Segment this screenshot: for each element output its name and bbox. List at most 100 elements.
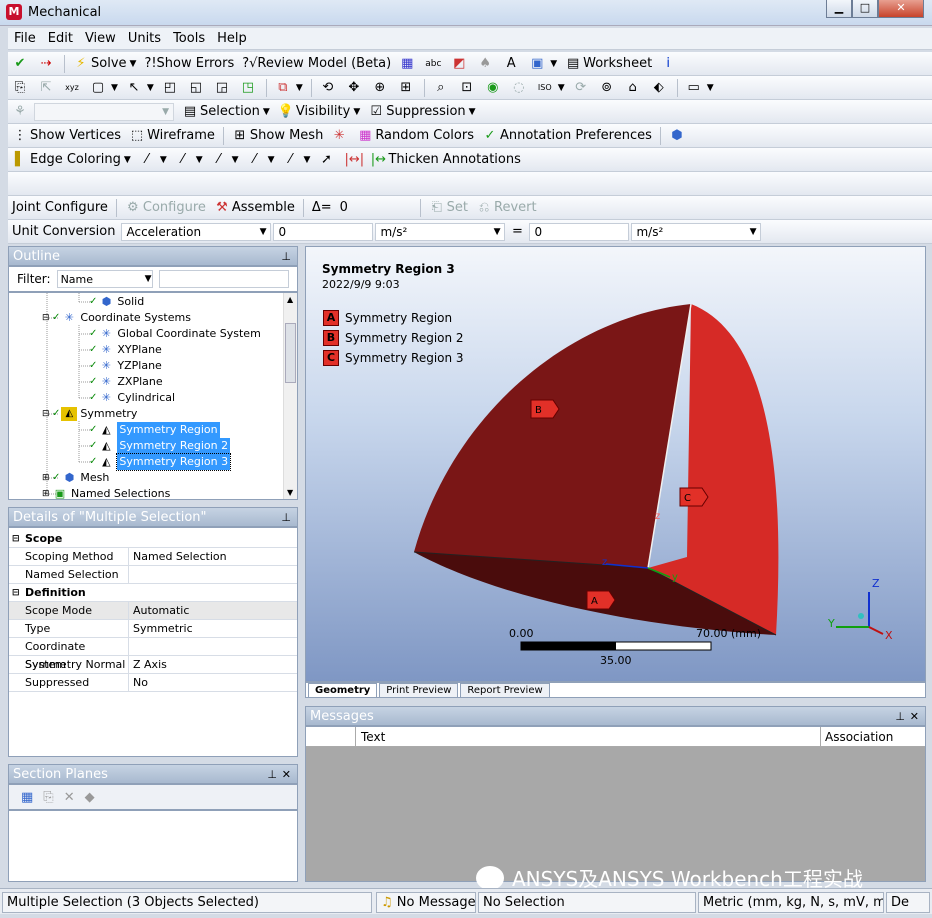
probe-icon[interactable]: ♠ — [473, 53, 499, 75]
close-panel-icon[interactable]: ✕ — [282, 765, 291, 785]
menu-help[interactable]: Help — [211, 31, 253, 46]
new-plane-icon[interactable]: ▦ — [21, 790, 33, 805]
context-help-icon[interactable]: i — [656, 53, 682, 75]
col-text[interactable]: Text — [361, 730, 385, 744]
next-view-icon[interactable]: ⟳ — [569, 77, 595, 99]
bracket-icon[interactable]: |↔| — [340, 149, 366, 171]
edge-select-icon[interactable]: ◱ — [184, 77, 210, 99]
show-vertices-button[interactable]: ⋮ Show Vertices — [8, 125, 125, 147]
pick-icon[interactable]: ⇱ — [34, 77, 60, 99]
pan-icon[interactable]: ✥ — [342, 77, 368, 99]
solve-button[interactable]: ⚡ Solve ▼ — [69, 53, 140, 75]
assemble-button[interactable]: ⚒ Assemble — [210, 197, 299, 219]
unit2-select[interactable]: m/s² ▼ — [631, 222, 762, 241]
pin-icon[interactable]: ⊥ — [281, 247, 291, 267]
tree-item-solid[interactable]: ✓ ⬢ Solid — [89, 294, 144, 310]
menu-tools[interactable]: Tools — [167, 31, 211, 46]
row-named-selection[interactable]: Named Selection — [9, 566, 297, 584]
edge-coloring-button[interactable]: ▌ Edge Coloring ▼ — [8, 149, 135, 171]
tab-geometry[interactable]: Geometry — [308, 683, 378, 697]
configure-button[interactable]: ⚙ Configure — [121, 197, 210, 219]
cube-icon[interactable]: ⬢ — [665, 125, 691, 147]
graph-icon[interactable]: ⚘ — [8, 101, 34, 123]
scroll-thumb[interactable] — [285, 323, 296, 383]
zoom-icon[interactable]: ⊕ — [368, 77, 394, 99]
graphics-viewport[interactable]: Symmetry Region 3 2022/9/9 9:03 A Symmetr… — [305, 246, 926, 682]
iso-icon[interactable]: ISO ▼ — [533, 77, 569, 99]
row-scoping-method[interactable]: Scoping Method Named Selection — [9, 548, 297, 566]
tree-scrollbar[interactable]: ▲ ▼ — [283, 293, 297, 499]
vertex-select-icon[interactable]: ◰ — [158, 77, 184, 99]
set-button[interactable]: ⎗ Set — [425, 197, 472, 219]
rotate-icon[interactable]: ⟲ — [316, 77, 342, 99]
tree-item-mesh[interactable]: ⊞ ✓ ⬢ Mesh — [42, 470, 109, 486]
chart-icon[interactable]: ◩ — [447, 53, 473, 75]
messages-list[interactable]: Text Association ANSYS及ANSYS Workbench工程… — [305, 726, 926, 891]
tree-item-symmetry[interactable]: ⊟ ✓ ◭ Symmetry — [42, 406, 137, 422]
menu-file[interactable]: File — [8, 31, 42, 46]
col-association[interactable]: Association — [825, 730, 893, 744]
tree-item-symmetry-region[interactable]: ✓ ◭ Symmetry Region — [89, 422, 220, 438]
table-icon[interactable]: ▦ — [395, 53, 421, 75]
delta-value[interactable]: 0 — [336, 197, 416, 219]
arrow-icon[interactable]: ➚ — [314, 149, 340, 171]
tree-item-cylindrical[interactable]: ✓ ✳ Cylindrical — [89, 390, 175, 406]
row-symmetry-normal[interactable]: Symmetry Normal Z Axis — [9, 656, 297, 674]
value2-input[interactable]: 0 — [529, 222, 630, 241]
minimize-button[interactable]: ▁ — [826, 0, 852, 18]
worksheet-button[interactable]: ▤ Worksheet — [561, 53, 656, 75]
visibility-button[interactable]: 💡 Visibility ▼ — [274, 101, 364, 123]
layout-icon[interactable]: ▭ ▼ — [682, 77, 718, 99]
tree-item-zxplane[interactable]: ✓ ✳ ZXPlane — [89, 374, 163, 390]
pin-icon[interactable]: ⊥ — [895, 707, 905, 727]
close-panel-icon[interactable]: ✕ — [910, 707, 919, 727]
empty-dropdown[interactable]: ▼ — [34, 102, 174, 121]
selection-button[interactable]: ▤ Selection ▼ — [178, 101, 274, 123]
status-degrees[interactable]: De — [886, 892, 930, 913]
tree-item-xyplane[interactable]: ✓ ✳ XYPlane — [89, 342, 162, 358]
suppression-button[interactable]: ☑ Suppression ▼ — [364, 101, 479, 123]
scroll-down-icon[interactable]: ▼ — [287, 488, 293, 497]
scroll-up-icon[interactable]: ▲ — [287, 295, 293, 304]
row-type[interactable]: Type Symmetric — [9, 620, 297, 638]
thicken-annotations-button[interactable]: |↔ Thicken Annotations — [366, 149, 524, 171]
tree-arrow-icon[interactable]: ⇢ — [34, 53, 60, 75]
image-icon[interactable]: ▣ ▼ — [525, 53, 561, 75]
spell-icon[interactable]: abc — [421, 53, 447, 75]
pointer-icon[interactable]: ↖ ▼ — [122, 77, 158, 99]
box-zoom-icon[interactable]: ⊞ — [394, 77, 420, 99]
row-suppressed[interactable]: Suppressed No — [9, 674, 297, 692]
tree-item-named-selections[interactable]: ⊞ ▣ Named Selections — [42, 486, 170, 499]
revert-button[interactable]: ⎌ Revert — [472, 197, 541, 219]
axis-icon[interactable]: ✳ — [327, 125, 353, 147]
tree-item-global-cs[interactable]: ✓ ✳ Global Coordinate System — [89, 326, 261, 342]
random-colors-button[interactable]: ▦ Random Colors — [353, 125, 478, 147]
menu-view[interactable]: View — [79, 31, 122, 46]
value1-input[interactable]: 0 — [273, 222, 374, 241]
previous-view-icon[interactable]: ◌ — [507, 77, 533, 99]
maximize-button[interactable]: □ — [852, 0, 878, 18]
row-coordinate-system[interactable]: Coordinate System — [9, 638, 297, 671]
row-scope-mode[interactable]: Scope Mode Automatic — [9, 602, 297, 620]
show-mesh-button[interactable]: ⊞ Show Mesh — [228, 125, 327, 147]
tag-icon[interactable]: ⬖ — [647, 77, 673, 99]
edit-plane-icon[interactable]: ◆ — [85, 790, 95, 805]
select-mode-icon[interactable]: ⎘ — [8, 77, 34, 99]
face-select-icon[interactable]: ◲ — [210, 77, 236, 99]
body-select-icon[interactable]: ◳ — [236, 77, 262, 99]
section-definition[interactable]: ⊟ Definition — [9, 584, 297, 602]
pin-icon[interactable]: ⊥ — [281, 508, 291, 528]
close-button[interactable]: ✕ — [878, 0, 924, 18]
status-messages[interactable]: ♫ No Messages — [376, 892, 476, 913]
edge-style-3-icon[interactable]: ⁄ ▼ — [207, 149, 243, 171]
edge-style-2-icon[interactable]: ⁄ ▼ — [171, 149, 207, 171]
copy-plane-icon[interactable]: ⎘ — [43, 790, 53, 805]
pin-icon[interactable]: ⊥ — [267, 765, 277, 785]
review-model-button[interactable]: ?√Review Model (Beta) — [238, 53, 395, 75]
extend-icon[interactable]: ⧉ ▼ — [271, 77, 307, 99]
zoom-fit-icon[interactable]: ⌕ — [429, 77, 455, 99]
text-annotation-icon[interactable]: A — [499, 53, 525, 75]
check-icon[interactable]: ✔ — [8, 53, 34, 75]
tab-report-preview[interactable]: Report Preview — [460, 683, 550, 697]
xyz-icon[interactable]: xyz — [60, 77, 86, 99]
